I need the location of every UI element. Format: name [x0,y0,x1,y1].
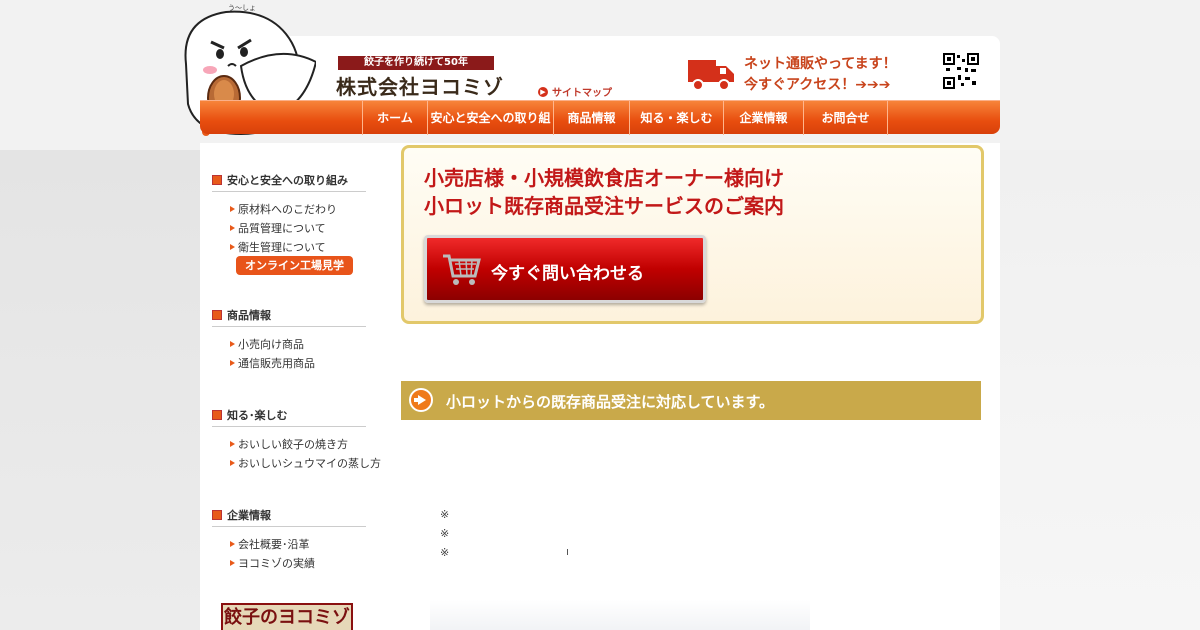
sitemap-link[interactable]: ▶ サイトマップ [538,84,612,99]
sidebar-item-hygiene[interactable]: 衛生管理について [230,238,366,257]
main-navigation: ホーム 安心と安全への取り組み 商品情報 知る・楽しむ 企業情報 お問合せ [200,100,1000,159]
nav-learn[interactable]: 知る・楽しむ [630,101,724,135]
nav-safety[interactable]: 安心と安全への取り組み [428,101,554,159]
sidebar-section-company: 企業情報 会社概要･沿革 ヨコミゾの実績 [212,507,366,573]
sidebar-item-quality[interactable]: 品質管理について [230,219,366,238]
sidebar-item-profile[interactable]: 会社概要･沿革 [230,535,366,554]
qr-code-icon [943,53,979,89]
shopping-cart-icon [443,254,481,285]
arrow-right-icon [409,388,433,412]
sidebar-item-mail-order[interactable]: 通信販売用商品 [230,354,366,373]
nav-products[interactable]: 商品情報 [554,101,630,135]
sidebar-item-ingredients[interactable]: 原材料へのこだわり [230,200,366,219]
sidebar-section-safety: 安心と安全への取り組み 原材料へのこだわり 品質管理について 衛生管理について [212,172,366,257]
square-bullet-icon [212,410,222,420]
note-item: ※ [440,508,450,521]
sidebar-section-products: 商品情報 小売向け商品 通信販売用商品 [212,307,366,373]
sidebar-heading[interactable]: 知る･楽しむ [212,407,366,427]
sidebar-item-achievements[interactable]: ヨコミゾの実績 [230,554,366,573]
sidebar-item-retail[interactable]: 小売向け商品 [230,335,366,354]
nav-contact[interactable]: お問合せ [804,101,888,135]
sidebar-heading[interactable]: 商品情報 [212,307,366,327]
note-item: ※ [440,527,450,540]
page-background-left [0,150,200,630]
online-factory-tour-button[interactable]: オンライン工場見学 [236,256,353,275]
play-arrow-icon: ▶ [538,86,548,97]
svg-text:う〜しょ: う〜しょ [228,4,256,12]
banner-title: 小売店様・小規模飲食店オーナー様向け 小ロット既存商品受注サービスのご案内 [424,166,784,218]
square-bullet-icon [212,175,222,185]
sidebar-heading[interactable]: 企業情報 [212,507,366,527]
delivery-truck-icon[interactable] [686,56,736,92]
sidebar-item-gyoza-howto[interactable]: おいしい餃子の焼き方 [230,435,366,454]
page-background-right [1000,150,1200,630]
notes-list: ※ ※ ※ [440,505,449,562]
nav-company[interactable]: 企業情報 [724,101,804,135]
section-heading-text: 小ロットからの既存商品受注に対応しています。 [446,393,775,411]
note-item: ※ [440,546,450,559]
contact-now-button[interactable]: 今すぐ問い合わせる [424,235,706,303]
online-shop-text[interactable]: ネット通販やってます！ [744,53,897,73]
sidebar-heading[interactable]: 安心と安全への取り組み [212,172,366,192]
product-image-placeholder [430,600,810,630]
nav-home[interactable]: ホーム [362,101,428,135]
cta-label: 今すぐ問い合わせる [491,264,644,284]
square-bullet-icon [212,510,222,520]
sitemap-label: サイトマップ [552,88,612,99]
company-tagline: 餃子を作り続けて50年 [338,56,494,70]
square-bullet-icon [212,310,222,320]
sidebar-section-learn: 知る･楽しむ おいしい餃子の焼き方 おいしいシュウマイの蒸し方 [212,407,381,473]
sidebar-item-shumai-howto[interactable]: おいしいシュウマイの蒸し方 [230,454,381,473]
company-name-logo[interactable]: 株式会社ヨコミゾ [336,71,504,100]
online-shop-access-link[interactable]: 今すぐアクセス！➔➔➔ [744,74,891,94]
section-heading-bar: 小ロットからの既存商品受注に対応しています。 [401,381,981,420]
text-fragment-mark [567,549,568,555]
gyoza-yokomizo-logo-banner[interactable]: 餃子のヨコミゾ [221,603,353,630]
